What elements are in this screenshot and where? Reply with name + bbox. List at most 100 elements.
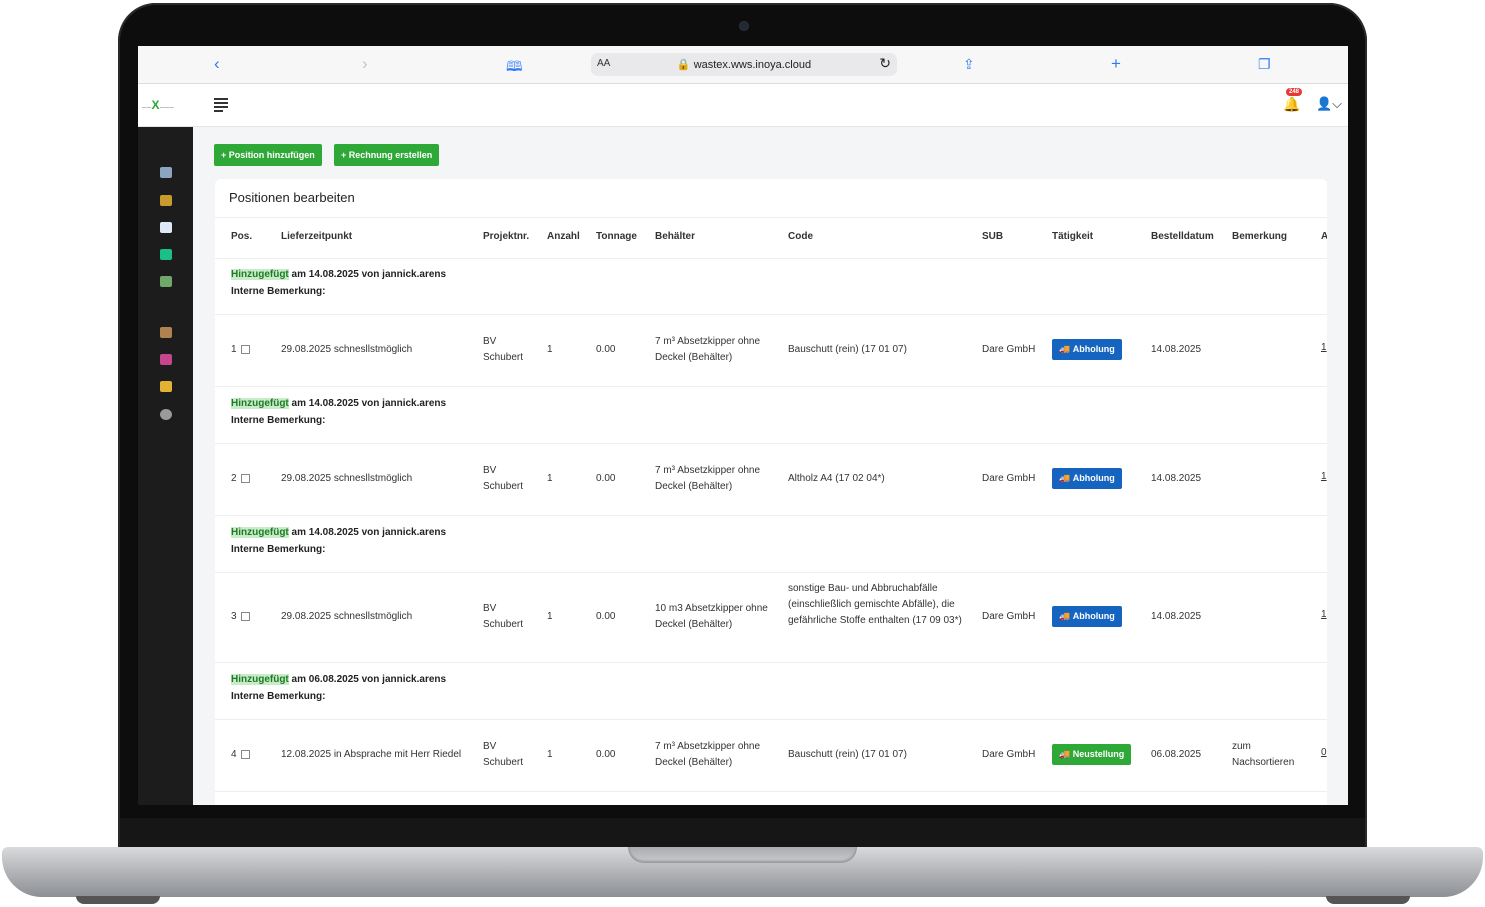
note-meta: am 14.08.2025 von jannick.arens (288, 269, 447, 280)
cell-count: 1 (547, 611, 553, 622)
column-header[interactable]: Bemerkung (1232, 231, 1287, 242)
cell-sub: Dare GmbH (982, 611, 1036, 622)
cell-project: BV Schubert (483, 603, 524, 630)
column-header[interactable]: Code (788, 231, 813, 242)
activity-badge[interactable]: 🚚 Abholung (1052, 339, 1122, 360)
cell-order-date: 14.08.2025 (1151, 611, 1202, 622)
row-note: Hinzugefügt am 14.08.2025 von jannick.ar… (215, 258, 1327, 315)
pos-value: 4 (231, 749, 237, 760)
tools-icon[interactable] (160, 354, 172, 365)
row-checkbox[interactable] (240, 344, 250, 354)
document-icon[interactable] (160, 222, 172, 233)
activity-label: Neustellung (1072, 749, 1125, 759)
activity-badge[interactable]: 🚚 Abholung (1052, 468, 1122, 489)
pos-value: 1 (231, 344, 237, 355)
book-icon[interactable]: 🕮 (506, 56, 523, 80)
add-position-button[interactable]: + Position hinzufügen (214, 144, 322, 166)
column-header[interactable]: Projektnr. (483, 231, 529, 242)
column-header[interactable]: Bestelldatum (1151, 231, 1214, 242)
activity-label: Abholung (1072, 473, 1115, 483)
hamburger-icon[interactable] (214, 98, 228, 114)
tabs-icon[interactable]: ❐ (1258, 56, 1271, 73)
create-invoice-label: Rechnung erstellen (348, 150, 433, 160)
cell-sub: Dare GmbH (982, 473, 1036, 484)
column-header[interactable]: Anzahl (547, 231, 580, 242)
address-bar[interactable]: AA 🔒 wastex.wws.inoya.cloud ↻ (591, 53, 897, 76)
column-header[interactable]: SUB (982, 231, 1003, 242)
row-note: Hinzugefügt am 14.08.2025 von jannick.ar… (215, 516, 1327, 573)
column-header[interactable]: Behälter (655, 231, 695, 242)
card-title: Positionen bearbeiten (229, 190, 355, 205)
row-checkbox[interactable] (240, 473, 250, 483)
cell-code: Altholz A4 (17 02 04*) (788, 473, 885, 484)
cell-container: 7 m³ Absetzkipper ohne Deckel (Behälter) (655, 465, 761, 492)
extra-link[interactable]: 0 (1321, 747, 1327, 758)
truck-icon: 🚚 (1059, 749, 1073, 759)
table-header: Pos. Lieferzeitpunkt Projektnr. Anzahl T… (215, 217, 1327, 259)
cell-tonnage: 0.00 (596, 344, 616, 355)
column-header[interactable]: Pos. (231, 231, 252, 242)
column-header[interactable]: Lieferzeitpunkt (281, 231, 352, 242)
chevron-left-icon[interactable]: ‹ (214, 54, 220, 74)
activity-badge[interactable]: 🚚 Abholung (1052, 606, 1122, 627)
list-icon[interactable] (160, 381, 172, 392)
activity-label: Abholung (1072, 344, 1115, 354)
truck-icon: 🚚 (1059, 473, 1073, 483)
bell-icon[interactable]: 🔔 (1283, 96, 1300, 113)
cell-code: sonstige Bau- und Abbruchabfälle (einsch… (788, 583, 962, 626)
table-row[interactable]: 2 29.08.2025 schnesllstmöglich BV Schubert… (215, 443, 1327, 516)
cell-container: 7 m³ Absetzkipper ohne Deckel (Behälter) (655, 336, 761, 363)
create-invoice-button[interactable]: + Rechnung erstellen (334, 144, 440, 166)
pos-value: 3 (231, 611, 237, 622)
extra-link[interactable]: 1 (1321, 342, 1327, 353)
cell-code: Bauschutt (rein) (17 01 07) (788, 344, 907, 355)
row-checkbox[interactable] (240, 749, 250, 759)
laptop-bezel (120, 818, 1365, 850)
row-note: Hinzugefügt am 06.08.2025 von jannick.ar… (215, 663, 1327, 720)
cell-remark: zum Nachsortieren (1232, 741, 1295, 768)
plus-icon[interactable]: + (1111, 54, 1121, 74)
note-internal: Interne Bemerkung: (231, 286, 326, 297)
cell-container: 10 m3 Absetzkipper ohne Deckel (Behälter… (655, 603, 768, 630)
row-checkbox[interactable] (240, 611, 250, 621)
cell-tonnage: 0.00 (596, 473, 616, 484)
reload-icon[interactable]: ↻ (879, 55, 891, 72)
cell-project: BV Schubert (483, 336, 524, 363)
plus-icon: + (221, 150, 229, 160)
note-added: Hinzugefügt am 14.08.2025 von jannick.ar… (231, 527, 446, 538)
cell-tonnage: 0.00 (596, 611, 616, 622)
dashboard-icon[interactable] (160, 167, 172, 178)
cell-delivery: 12.08.2025 in Absprache mit Herr Riedel (281, 749, 462, 760)
activity-label: Abholung (1072, 611, 1115, 621)
table-row[interactable]: 3 29.08.2025 schnesllstmöglich BV Schubert… (215, 572, 1327, 663)
cell-container: 7 m³ Absetzkipper ohne Deckel (Behälter) (655, 741, 761, 768)
extra-link[interactable]: 1 (1321, 471, 1327, 482)
extra-link[interactable]: 1 (1321, 609, 1327, 620)
table-row[interactable]: 1 29.08.2025 schnesllstmöglich BV Schubert… (215, 314, 1327, 387)
cell-order-date: 14.08.2025 (1151, 473, 1202, 484)
note-meta: am 14.08.2025 von jannick.arens (288, 527, 447, 538)
table-row[interactable]: 4 12.08.2025 in Absprache mit Herr Riedel… (215, 719, 1327, 792)
column-header[interactable]: Tonnage (596, 231, 637, 242)
cell-pos: 3 (231, 609, 250, 625)
share-icon[interactable]: ⇪ (963, 56, 975, 73)
invoice-icon[interactable] (160, 249, 172, 260)
cell-delivery: 29.08.2025 schnesllstmöglich (281, 344, 413, 355)
user-icon[interactable]: 👤⌵ (1316, 96, 1342, 112)
settings-icon[interactable] (160, 409, 172, 420)
column-header[interactable]: A (1321, 231, 1327, 242)
laptop-foot (1326, 896, 1410, 904)
column-header[interactable]: Tätigkeit (1052, 231, 1093, 242)
calendar-icon[interactable] (160, 195, 172, 206)
sidebar (138, 127, 193, 805)
customers-icon[interactable] (160, 327, 172, 338)
url-text[interactable]: 🔒 wastex.wws.inoya.cloud (591, 58, 897, 71)
url-value: wastex.wws.inoya.cloud (693, 59, 812, 71)
map-icon[interactable] (160, 276, 172, 287)
cell-delivery: 29.08.2025 schnesllstmöglich (281, 611, 413, 622)
activity-badge[interactable]: 🚚 Neustellung (1052, 744, 1132, 765)
cell-order-date: 14.08.2025 (1151, 344, 1202, 355)
added-highlight: Hinzugefügt (231, 398, 289, 409)
chevron-right-icon[interactable]: › (362, 54, 368, 74)
truck-icon: 🚚 (1059, 344, 1073, 354)
